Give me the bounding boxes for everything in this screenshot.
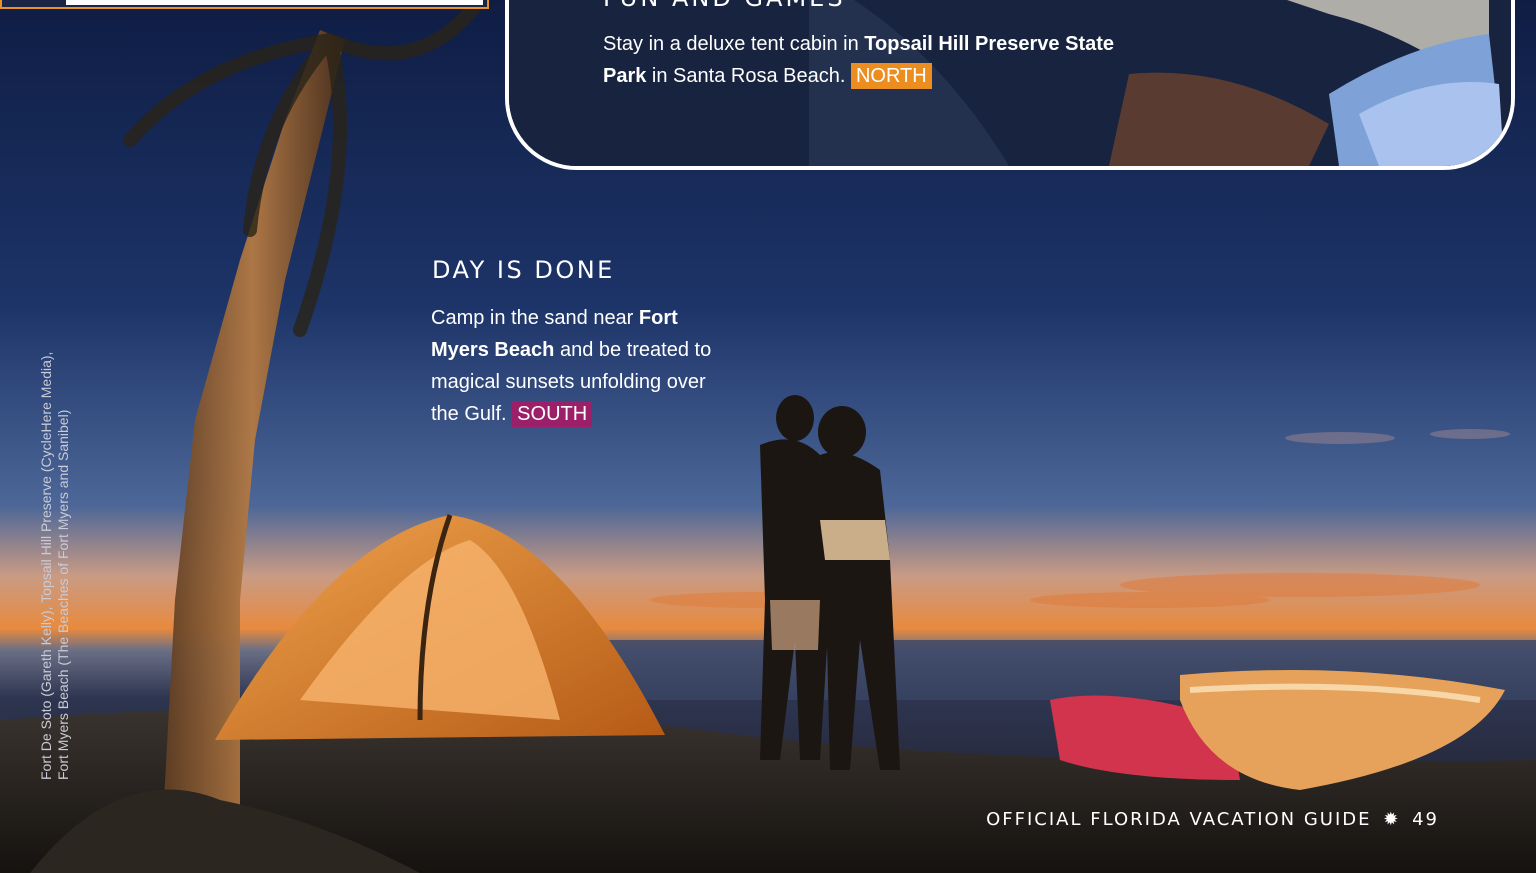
feature-description: Camp in the sand near Fort Myers Beach a…	[431, 302, 731, 430]
card-description: Stay in a deluxe tent cabin in Topsail H…	[603, 28, 1123, 92]
region-tag-south: SOUTH	[512, 401, 593, 427]
card-heading: FUN AND GAMES	[603, 0, 846, 12]
asterisk-star-icon: ✹	[1383, 809, 1401, 830]
photo-credit-line: Fort Myers Beach (The Beaches of Fort My…	[55, 409, 71, 780]
previous-panel-inner	[66, 0, 483, 5]
feature-heading: DAY IS DONE	[432, 256, 615, 284]
card-text-tail: in Santa Rosa Beach.	[646, 65, 846, 87]
previous-panel-frame	[0, 0, 489, 9]
card-text-lead: Stay in a deluxe tent cabin in	[603, 33, 865, 55]
photo-credits: Fort De Soto (Gareth Kelly), Topsail Hil…	[38, 280, 72, 780]
page-footer: OFFICIAL FLORIDA VACATION GUIDE ✹ 49	[986, 809, 1439, 830]
page-number: 49	[1412, 809, 1439, 830]
region-tag-north: NORTH	[850, 63, 932, 89]
photo-credit-line: Fort De Soto (Gareth Kelly), Topsail Hil…	[38, 351, 54, 780]
feature-text-lead: Camp in the sand near	[431, 307, 639, 329]
guide-title: OFFICIAL FLORIDA VACATION GUIDE	[986, 809, 1372, 830]
